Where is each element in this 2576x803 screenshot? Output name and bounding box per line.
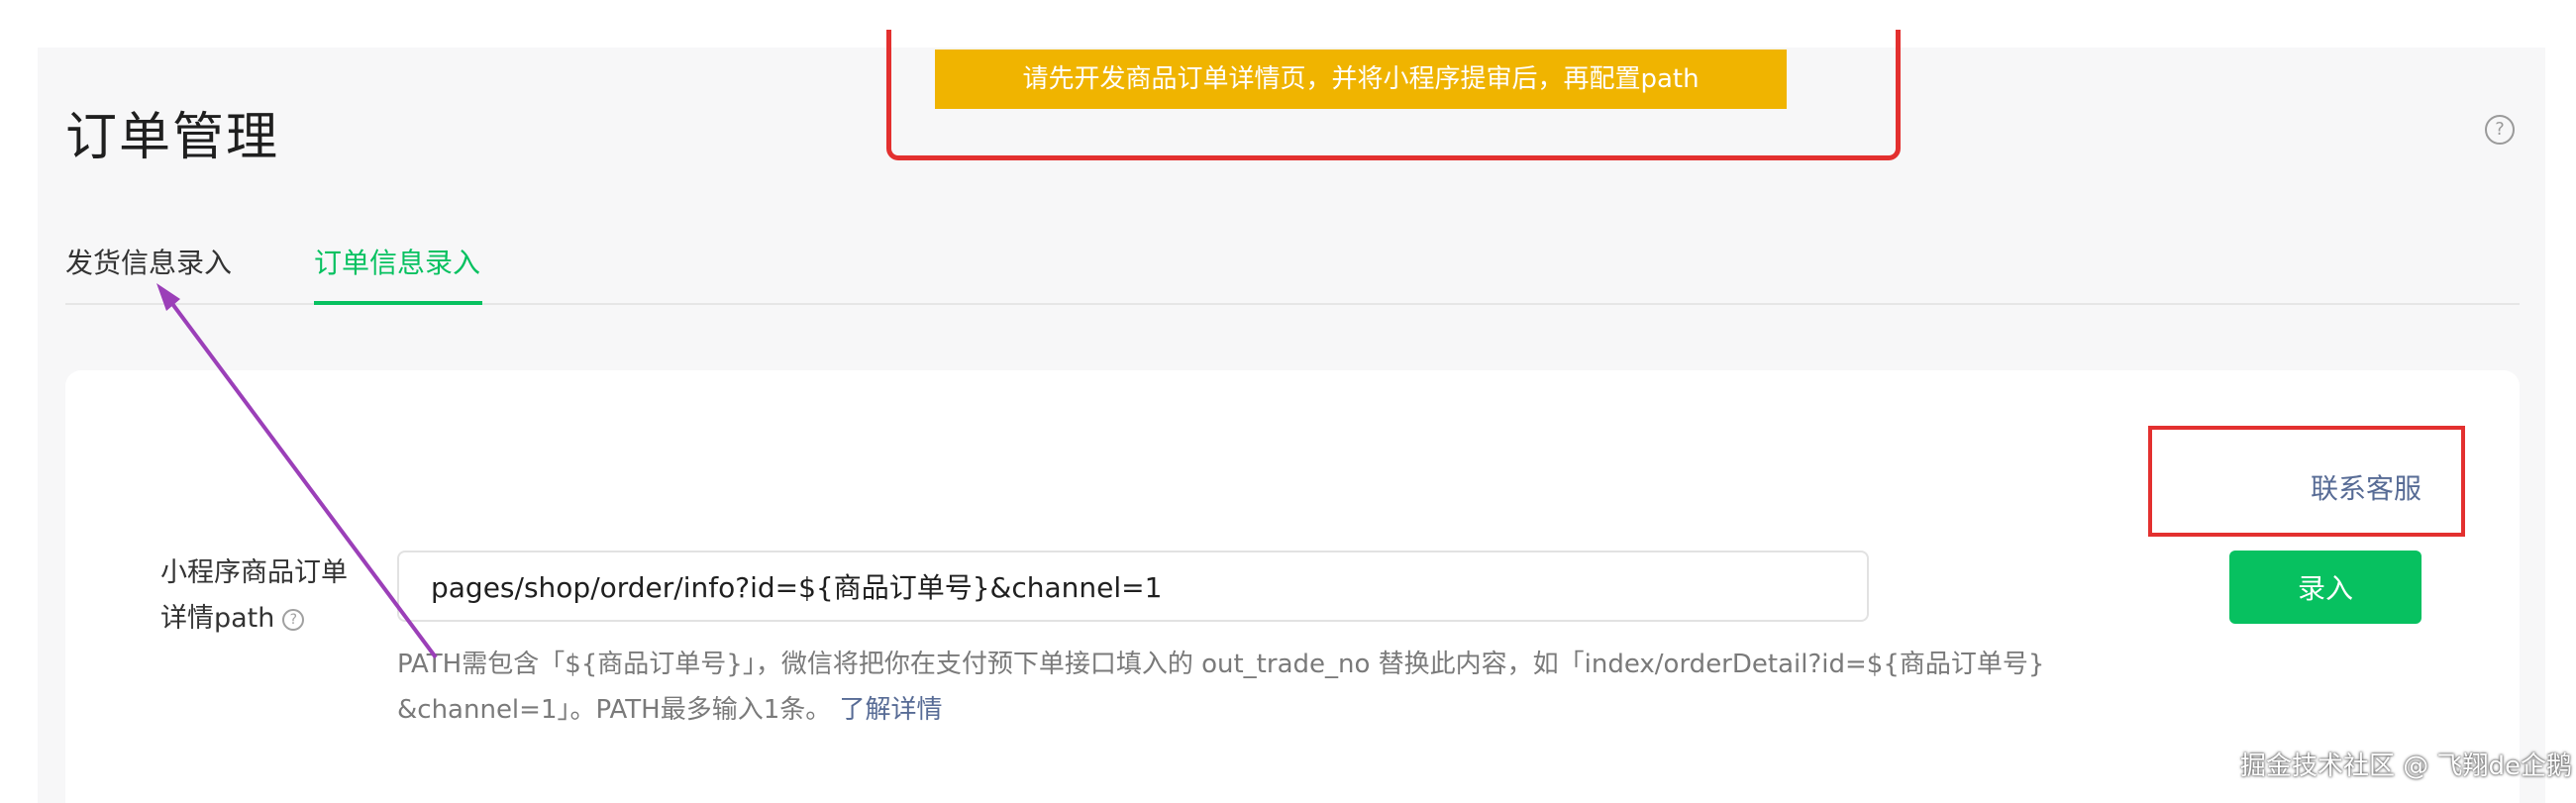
tab-order-info[interactable]: 订单信息录入 <box>314 244 480 283</box>
page-title: 订单管理 <box>65 108 280 167</box>
path-label-text: 详情path <box>160 603 275 634</box>
question-circle-icon[interactable]: ? <box>2485 115 2515 145</box>
path-hint: PATH需包含「${商品订单号}」，微信将把你在支付预下单接口填入的 out_t… <box>397 642 2160 733</box>
path-field-label: 小程序商品订单 详情path? <box>160 551 378 642</box>
path-label-line2: 详情path? <box>160 596 378 642</box>
hint-line2-text: &channel=1」。PATH最多输入1条。 <box>397 695 832 725</box>
learn-more-link[interactable]: 了解详情 <box>840 695 943 725</box>
watermark: 掘金技术社区 @ 飞翔de企鹅 <box>2240 752 2573 781</box>
hint-line2: &channel=1」。PATH最多输入1条。 了解详情 <box>397 687 2160 733</box>
tab-shipping-info[interactable]: 发货信息录入 <box>65 244 232 283</box>
question-circle-icon[interactable]: ? <box>282 608 305 631</box>
notice-banner: 请先开发商品订单详情页，并将小程序提审后，再配置path <box>935 50 1787 109</box>
path-label-line1: 小程序商品订单 <box>160 557 348 588</box>
contact-support-link[interactable]: 联系客服 <box>2311 469 2421 509</box>
hint-line1: PATH需包含「${商品订单号}」，微信将把你在支付预下单接口填入的 out_t… <box>397 650 2045 679</box>
page: 订单管理 ? 发货信息录入 订单信息录入 请先开发商品订单详情页，并将小程序提审… <box>0 0 2576 803</box>
submit-button[interactable]: 录入 <box>2229 551 2421 624</box>
path-input[interactable] <box>397 551 1869 622</box>
active-tab-indicator <box>314 301 482 305</box>
